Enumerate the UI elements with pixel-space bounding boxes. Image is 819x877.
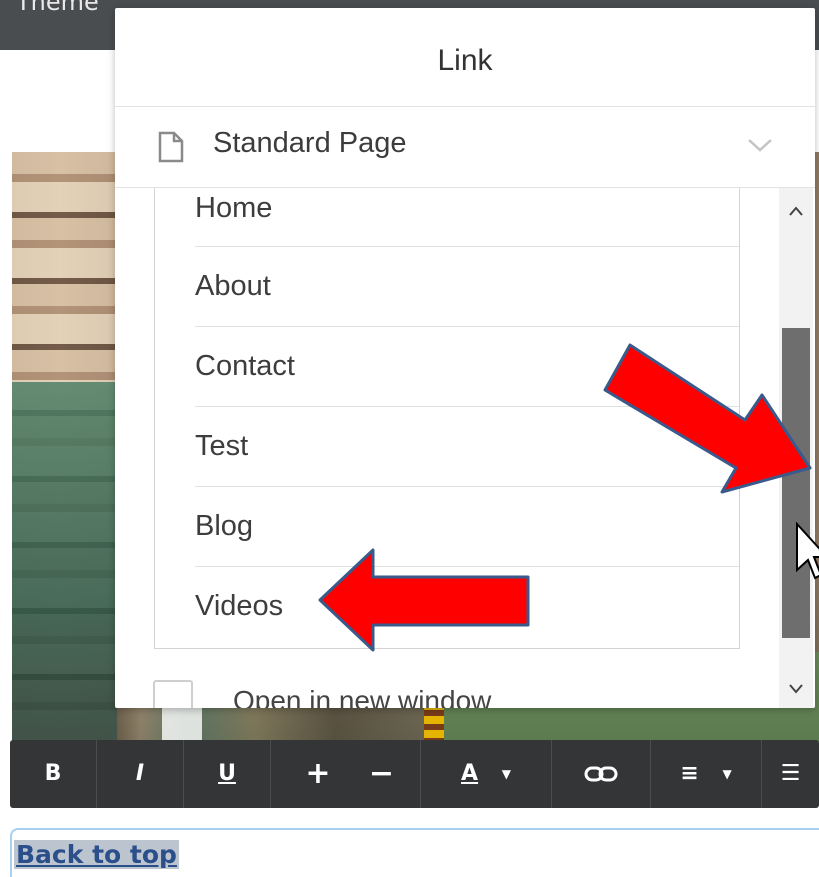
popup-title: Link (115, 8, 815, 107)
page-item-home[interactable]: Home (195, 188, 739, 247)
back-to-top-link[interactable]: Back to top (14, 840, 179, 869)
red-arrow-annotation-videos (318, 548, 530, 652)
page-item-label: About (195, 270, 271, 302)
canal-image-region (12, 382, 117, 742)
font-color-button[interactable]: A ▼ (421, 740, 552, 808)
page-item-label: Videos (195, 590, 284, 622)
page-type-label: Standard Page (213, 127, 407, 159)
font-color-label: A (461, 761, 479, 786)
mouse-cursor-icon (796, 522, 819, 580)
increase-size-button[interactable]: + (293, 740, 343, 808)
mooring-pole-image (424, 702, 444, 742)
red-arrow-annotation-scrollbar (603, 343, 812, 494)
decrease-size-button[interactable]: − (343, 740, 421, 808)
list-button[interactable]: ☰ (762, 740, 819, 808)
align-left-icon: ≡ (680, 761, 699, 786)
document-icon (157, 131, 185, 168)
formatting-toolbar: B I U + − A ▼ ≡ ▼ ☰ (10, 740, 819, 808)
page-item-about[interactable]: About (195, 246, 739, 327)
open-new-window-option[interactable]: Open in new window (153, 680, 753, 708)
scroll-down-icon[interactable] (779, 678, 813, 708)
page-item-label: Home (195, 192, 273, 224)
link-icon (584, 761, 618, 786)
open-new-window-checkbox[interactable] (153, 680, 193, 708)
underline-button[interactable]: U (184, 740, 271, 808)
list-icon: ☰ (780, 761, 801, 786)
link-button[interactable] (552, 740, 651, 808)
page-item-label: Contact (195, 350, 295, 382)
open-new-window-label: Open in new window (233, 685, 492, 708)
chevron-down-icon[interactable] (747, 137, 773, 158)
caret-down-icon: ▼ (501, 767, 511, 781)
nav-item-theme[interactable]: Theme (16, 0, 99, 16)
page-type-dropdown[interactable]: Standard Page (115, 107, 815, 188)
page-item-label: Blog (195, 510, 254, 542)
align-button[interactable]: ≡ ▼ (651, 740, 762, 808)
caret-down-icon: ▼ (722, 767, 732, 781)
bold-button[interactable]: B (10, 740, 97, 808)
content-editor[interactable]: Back to top (10, 828, 819, 877)
page-item-label: Test (195, 430, 249, 462)
italic-button[interactable]: I (97, 740, 184, 808)
scroll-up-icon[interactable] (779, 198, 813, 228)
